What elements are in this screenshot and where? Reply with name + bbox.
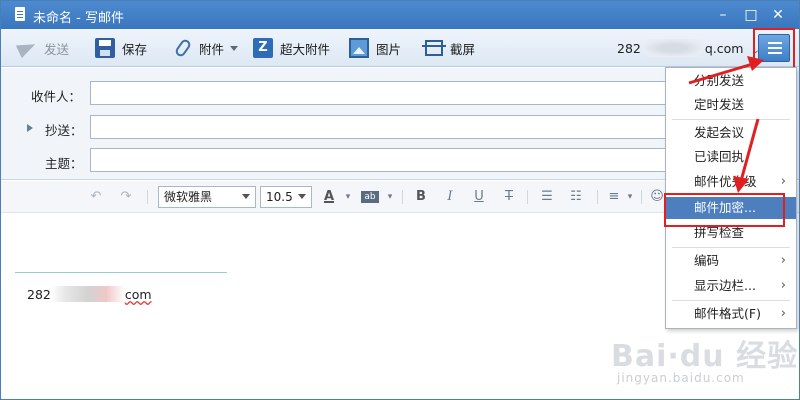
chevron-down-icon[interactable]: ▾ (625, 188, 635, 206)
send-icon (17, 38, 37, 58)
toolbar-divider (527, 190, 528, 204)
chevron-right-icon: › (780, 278, 786, 293)
menu-separator (672, 119, 790, 120)
chevron-down-icon[interactable] (230, 45, 239, 51)
maximize-button[interactable]: □ (741, 5, 761, 25)
annotation-box (753, 28, 795, 69)
screenshot-label: 截屏 (450, 41, 476, 57)
save-icon (95, 38, 115, 58)
chevron-right-icon: › (780, 174, 786, 189)
menu-item-label: 邮件格式(F) (694, 306, 761, 321)
font-size-select[interactable]: 10.5 (260, 186, 312, 208)
menu-item-mail-format[interactable]: 邮件格式(F) › (666, 303, 796, 325)
compose-window: 未命名 - 写邮件 – □ ✕ 发送 保存 附件 Z 超大附件 图片 截屏 28… (0, 0, 800, 400)
watermark-brand: Bai·du 经验 (611, 339, 799, 374)
compose-toolbar: 发送 保存 附件 Z 超大附件 图片 截屏 282 q.com ⌄ (1, 29, 799, 67)
toolbar-divider (147, 190, 148, 204)
window-title: 未命名 - 写邮件 (33, 11, 124, 26)
signature-suffix: com (124, 287, 152, 302)
signature: 282 com (27, 286, 152, 302)
signature-divider (15, 272, 227, 273)
italic-button[interactable]: I (442, 188, 458, 206)
font-family-value: 微软雅黑 (164, 190, 213, 204)
menu-item-label: 分别发送 (694, 73, 745, 88)
subject-label: 主题： (45, 156, 83, 171)
toolbar-divider (641, 190, 642, 204)
chevron-down-icon (298, 194, 306, 199)
font-family-select[interactable]: 微软雅黑 (158, 186, 256, 208)
account-selector[interactable]: 282 q.com ⌄ (617, 39, 760, 57)
menu-item-label: 已读回执 (694, 149, 745, 164)
watermark: Bai·du 经验 jingyan.baidu.com (611, 331, 798, 385)
menu-item-priority[interactable]: 邮件优先级 › (666, 171, 796, 193)
attach-label: 附件 (199, 41, 225, 57)
toolbar-divider (597, 190, 598, 204)
redacted-text (642, 39, 703, 57)
chevron-down-icon[interactable]: ▾ (343, 188, 353, 206)
document-icon (15, 7, 25, 21)
chevron-down-icon[interactable]: ▾ (385, 188, 395, 206)
underline-button[interactable]: U (471, 188, 487, 206)
chevron-right-icon: › (780, 253, 786, 268)
menu-item-label: 邮件优先级 (694, 174, 757, 189)
strikethrough-button[interactable]: T (501, 188, 517, 206)
to-label: 收件人： (31, 89, 82, 104)
toolbar-divider (402, 190, 403, 204)
send-button[interactable]: 发送 (17, 37, 69, 59)
align-icon[interactable]: ≡ (605, 188, 623, 206)
big-attach-button[interactable]: Z 超大附件 (253, 37, 330, 59)
menu-item-label: 显示边栏... (694, 278, 756, 293)
account-suffix: q.com (704, 41, 744, 56)
send-label: 发送 (44, 41, 70, 57)
menu-item-label: 拼写检查 (694, 225, 745, 240)
redo-icon[interactable]: ↷ (117, 188, 135, 206)
expand-triangle-icon[interactable] (27, 124, 33, 132)
close-button[interactable]: ✕ (768, 5, 788, 25)
menu-item-label: 发起会议 (694, 125, 745, 140)
cc-label: 抄送： (45, 123, 83, 138)
highlight-color-icon[interactable]: ab (361, 191, 379, 203)
save-label: 保存 (122, 41, 148, 57)
undo-icon[interactable]: ↶ (87, 188, 105, 206)
redacted-text (50, 286, 125, 302)
save-button[interactable]: 保存 (95, 37, 147, 59)
minimize-button[interactable]: – (713, 5, 733, 25)
paperclip-icon (173, 37, 193, 59)
chevron-right-icon: › (780, 306, 786, 321)
picture-label: 图片 (376, 41, 402, 57)
chevron-down-icon (242, 194, 250, 199)
signature-prefix: 282 (27, 287, 51, 302)
subject-input[interactable] (90, 148, 690, 172)
picture-icon (349, 38, 369, 58)
menu-item-start-meeting[interactable]: 发起会议 (666, 122, 796, 144)
font-size-value: 10.5 (266, 190, 293, 204)
menu-separator (672, 247, 790, 248)
menu-item-label: 编码 (694, 253, 720, 268)
menu-item-send-separately[interactable]: 分别发送 (666, 70, 796, 92)
menu-item-sidebar[interactable]: 显示边栏... › (666, 275, 796, 297)
menu-item-scheduled-send[interactable]: 定时发送 (666, 94, 796, 116)
menu-separator (672, 300, 790, 301)
attach-button[interactable]: 附件 (173, 37, 239, 59)
bold-button[interactable]: B (413, 188, 429, 206)
picture-button[interactable]: 图片 (349, 37, 401, 59)
emoji-icon[interactable]: ☺ (649, 188, 665, 206)
menu-item-label: 定时发送 (694, 97, 745, 112)
menu-item-encoding[interactable]: 编码 › (666, 250, 796, 272)
bullet-list-icon[interactable]: ☰ (538, 188, 556, 206)
screenshot-button[interactable]: 截屏 (422, 37, 476, 59)
account-prefix: 282 (617, 41, 641, 56)
font-color-icon[interactable]: A (321, 188, 337, 206)
crop-icon (422, 40, 446, 56)
annotation-box (664, 193, 785, 227)
title-bar: 未命名 - 写邮件 – □ ✕ (1, 1, 799, 29)
big-attachment-icon: Z (253, 38, 273, 58)
to-input[interactable] (90, 81, 690, 105)
numbered-list-icon[interactable]: ☷ (567, 188, 585, 206)
big-attach-label: 超大附件 (280, 41, 331, 57)
menu-item-read-receipt[interactable]: 已读回执 (666, 146, 796, 168)
cc-input[interactable] (90, 115, 690, 139)
